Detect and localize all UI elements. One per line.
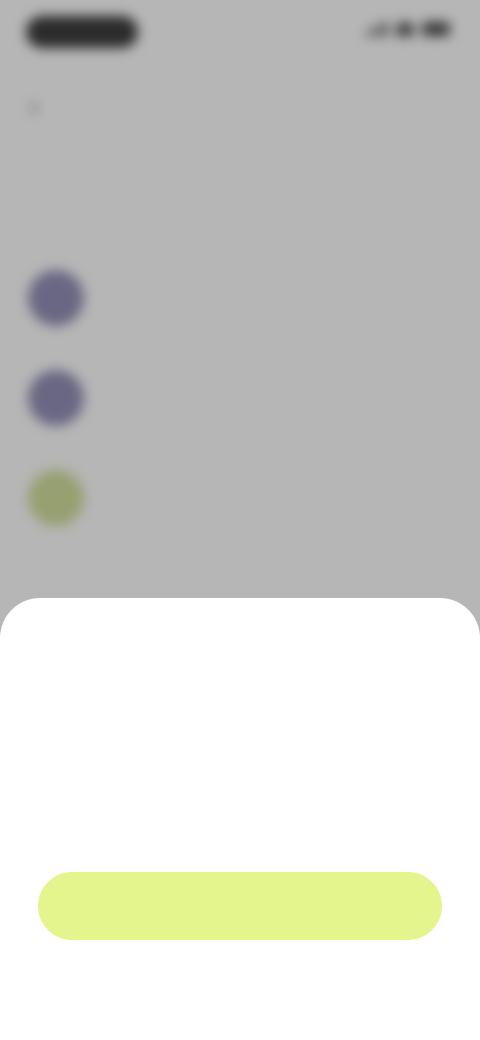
bottom-sheet bbox=[0, 598, 480, 1040]
primary-action-button[interactable] bbox=[38, 872, 442, 940]
